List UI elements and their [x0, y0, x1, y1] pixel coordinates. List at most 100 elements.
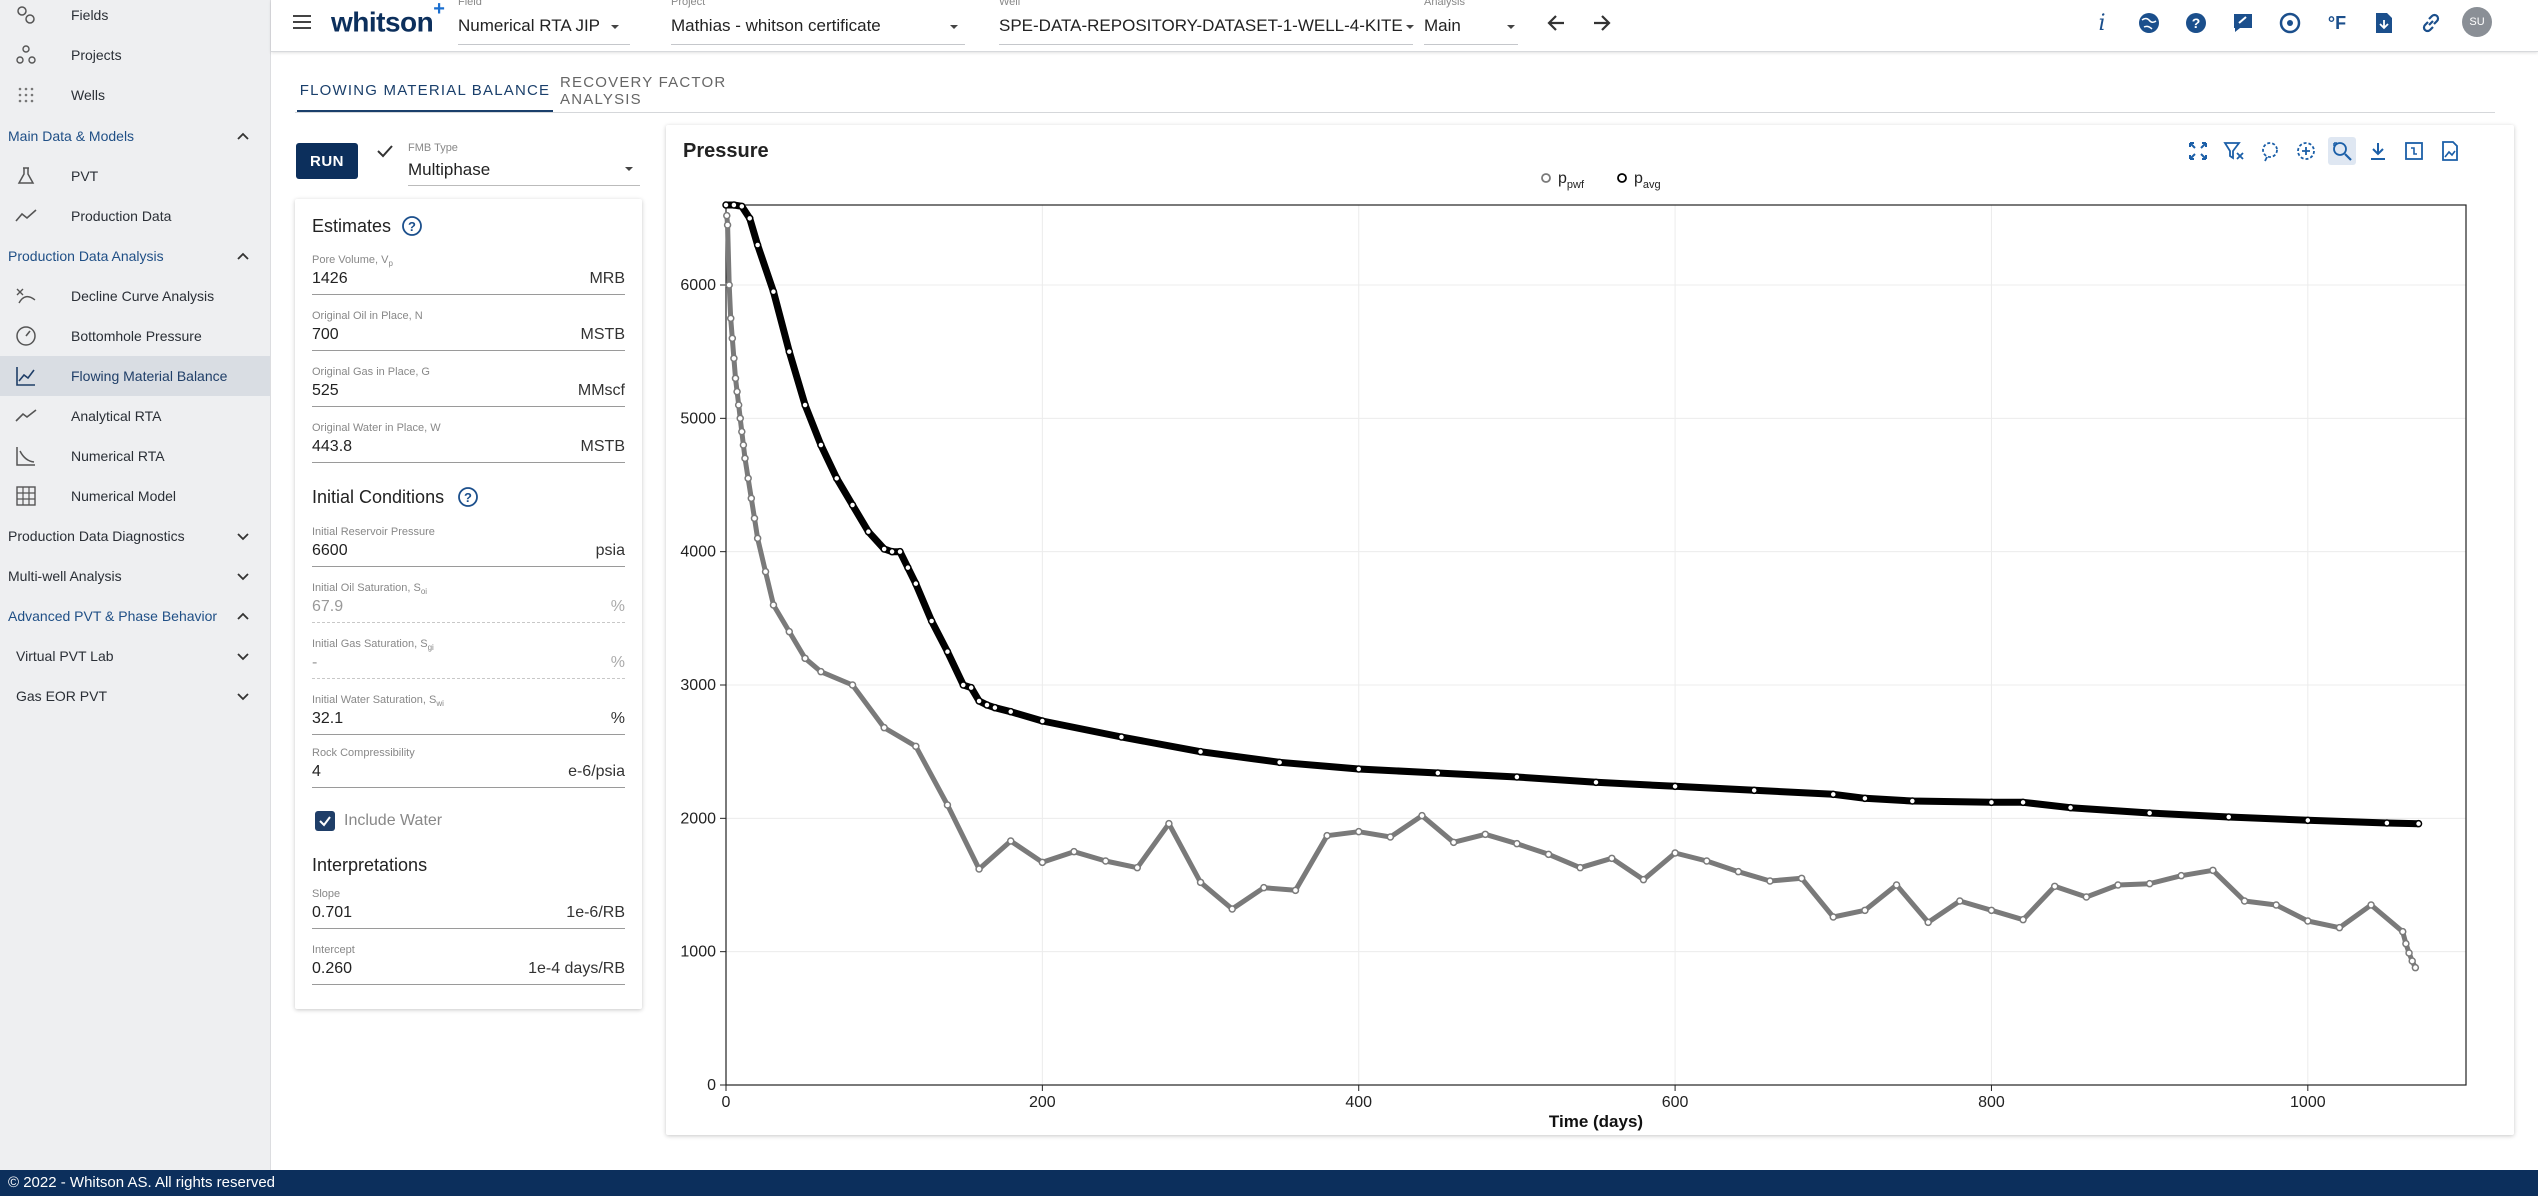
avatar[interactable]: SU: [2462, 7, 2492, 37]
download-icon[interactable]: [2364, 137, 2392, 165]
data-point-avg: [753, 241, 762, 249]
project-select[interactable]: Project Mathias - whitson certificate: [671, 0, 971, 52]
globe-icon[interactable]: [2134, 8, 2164, 38]
rock-compressibility-field[interactable]: Rock Compressibility 4 e-6/psia: [312, 747, 625, 797]
sidebar-section-gas-eor[interactable]: Gas EOR PVT: [0, 676, 270, 716]
project-select-value: Mathias - whitson certificate: [671, 16, 881, 35]
sidebar-item-wells[interactable]: Wells: [0, 75, 270, 115]
clear-filter-icon[interactable]: [2220, 137, 2248, 165]
data-point-pwf: [728, 334, 737, 343]
data-point-pwf: [738, 427, 746, 436]
data-point-avg: [738, 202, 746, 211]
data-point-avg: [1196, 747, 1205, 756]
data-point-avg: [1006, 707, 1015, 716]
info-icon[interactable]: i: [2087, 8, 2117, 38]
data-point-pwf: [2240, 897, 2249, 905]
checkmark-icon: [319, 816, 331, 827]
sidebar-item-production-data[interactable]: Production Data: [0, 196, 270, 236]
sidebar-item-numerical-model[interactable]: Numerical Model: [0, 476, 270, 516]
sidebar-section-advanced-pvt[interactable]: Advanced PVT & Phase Behavior: [0, 596, 270, 636]
initial-water-saturation-field[interactable]: Initial Water Saturation, Swi 32.1 %: [312, 694, 625, 744]
sidebar-item-bottomhole-pressure[interactable]: Bottomhole Pressure: [0, 316, 270, 356]
x-tick-label: 0: [722, 1094, 731, 1111]
data-point-pwf: [1038, 858, 1047, 867]
fmb-type-underline: [408, 185, 640, 186]
data-point-pwf: [747, 494, 756, 503]
chevron-down-icon: [237, 693, 249, 701]
series-line-avg: [726, 201, 2419, 828]
zoom-icon[interactable]: [2328, 137, 2356, 165]
sidebar-section-production-analysis[interactable]: Production Data Analysis: [0, 236, 270, 276]
data-point-pwf: [2209, 866, 2217, 875]
numerical-rta-icon: [14, 444, 38, 468]
sidebar-section-multiwell[interactable]: Multi-well Analysis: [0, 556, 270, 596]
data-point-avg: [1354, 765, 1363, 773]
back-arrow-icon[interactable]: [1544, 10, 1570, 36]
sidebar-item-fields[interactable]: Fields: [0, 0, 270, 35]
data-point-avg: [943, 647, 952, 656]
box-select-icon[interactable]: [2292, 137, 2320, 165]
svg-text:?: ?: [2192, 15, 2201, 31]
sidebar-item-pvt[interactable]: PVT: [0, 156, 270, 196]
pore-volume-field[interactable]: Pore Volume, Vp 1426 MRB: [312, 254, 625, 304]
well-select[interactable]: Well SPE-DATA-REPOSITORY-DATASET-1-WELL-…: [999, 0, 1419, 52]
fmb-type-select[interactable]: Multiphase: [408, 160, 490, 180]
owip-field[interactable]: Original Water in Place, W 443.8 MSTB: [312, 422, 625, 472]
y-tick-label: 6000: [680, 277, 716, 294]
chevron-down-icon: [237, 533, 249, 541]
feedback-icon[interactable]: [2228, 8, 2258, 38]
forward-arrow-icon[interactable]: [1588, 10, 1614, 36]
data-point-avg: [730, 201, 738, 209]
help-circle-icon[interactable]: ?: [457, 486, 479, 508]
tab-flowing-material-balance[interactable]: FLOWING MATERIAL BALANCE: [297, 70, 553, 112]
link-icon[interactable]: [2416, 8, 2446, 38]
menu-icon[interactable]: [291, 12, 313, 32]
export-image-icon[interactable]: [2436, 137, 2464, 165]
data-point-pwf: [734, 401, 743, 409]
data-point-pwf: [1702, 857, 1711, 865]
sidebar-item-flowing-material-balance[interactable]: Flowing Material Balance: [0, 356, 270, 396]
initial-conditions-title: Initial Conditions: [312, 487, 445, 507]
ooip-field[interactable]: Original Oil in Place, N 700 MSTB: [312, 310, 625, 360]
sidebar-item-analytical-rta[interactable]: Analytical RTA: [0, 396, 270, 436]
pressure-chart[interactable]: 0 200 400 600 800 1000 0 1000 2000 3000 4000 5000 60…: [666, 125, 2514, 1135]
well-select-label: Well: [999, 0, 1021, 8]
ogip-field[interactable]: Original Gas in Place, G 525 MMscf: [312, 366, 625, 416]
data-point-avg: [1750, 786, 1758, 795]
data-point-avg: [2224, 813, 2233, 821]
data-point-pwf: [1797, 874, 1806, 883]
data-point-avg: [1434, 769, 1442, 777]
include-water-checkbox[interactable]: [315, 811, 335, 831]
field-select[interactable]: Field Numerical RTA JIP: [458, 0, 638, 52]
fit-icon[interactable]: [2400, 137, 2428, 165]
section-label: Virtual PVT Lab: [16, 648, 114, 664]
analysis-select[interactable]: Analysis Main: [1424, 0, 1524, 52]
help-icon[interactable]: ?: [2181, 8, 2211, 38]
help-circle-icon[interactable]: ?: [401, 215, 423, 237]
y-tick-label: 1000: [680, 944, 716, 961]
support-icon[interactable]: [2275, 8, 2305, 38]
sidebar-section-main-data[interactable]: Main Data & Models: [0, 116, 270, 156]
lasso-select-icon[interactable]: [2256, 137, 2284, 165]
sidebar-item-projects[interactable]: Projects: [0, 35, 270, 75]
export-file-icon[interactable]: [2369, 8, 2399, 38]
sidebar-section-diagnostics[interactable]: Production Data Diagnostics: [0, 516, 270, 556]
sidebar-item-label: Analytical RTA: [71, 408, 162, 424]
interpretations-title: Interpretations: [312, 855, 428, 875]
data-point-pwf: [1766, 877, 1774, 885]
data-point-pwf: [2082, 893, 2091, 901]
data-point-avg: [904, 563, 912, 572]
data-point-pwf: [723, 221, 732, 229]
initial-pressure-field[interactable]: Initial Reservoir Pressure 6600 psia: [312, 526, 625, 576]
caret-down-icon[interactable]: [622, 162, 636, 176]
autoscale-icon[interactable]: [2184, 137, 2212, 165]
sidebar-item-numerical-rta[interactable]: Numerical RTA: [0, 436, 270, 476]
units-icon[interactable]: °F: [2322, 8, 2352, 38]
sidebar-item-label: PVT: [71, 168, 99, 184]
sidebar-section-virtual-pvt[interactable]: Virtual PVT Lab: [0, 636, 270, 676]
data-point-pwf: [750, 514, 759, 523]
tab-recovery-factor-analysis[interactable]: RECOVERY FACTOR ANALYSIS: [560, 70, 800, 112]
data-point-pwf: [785, 627, 794, 636]
run-button[interactable]: RUN: [296, 143, 358, 179]
sidebar-item-decline-curve[interactable]: Decline Curve Analysis: [0, 276, 270, 316]
